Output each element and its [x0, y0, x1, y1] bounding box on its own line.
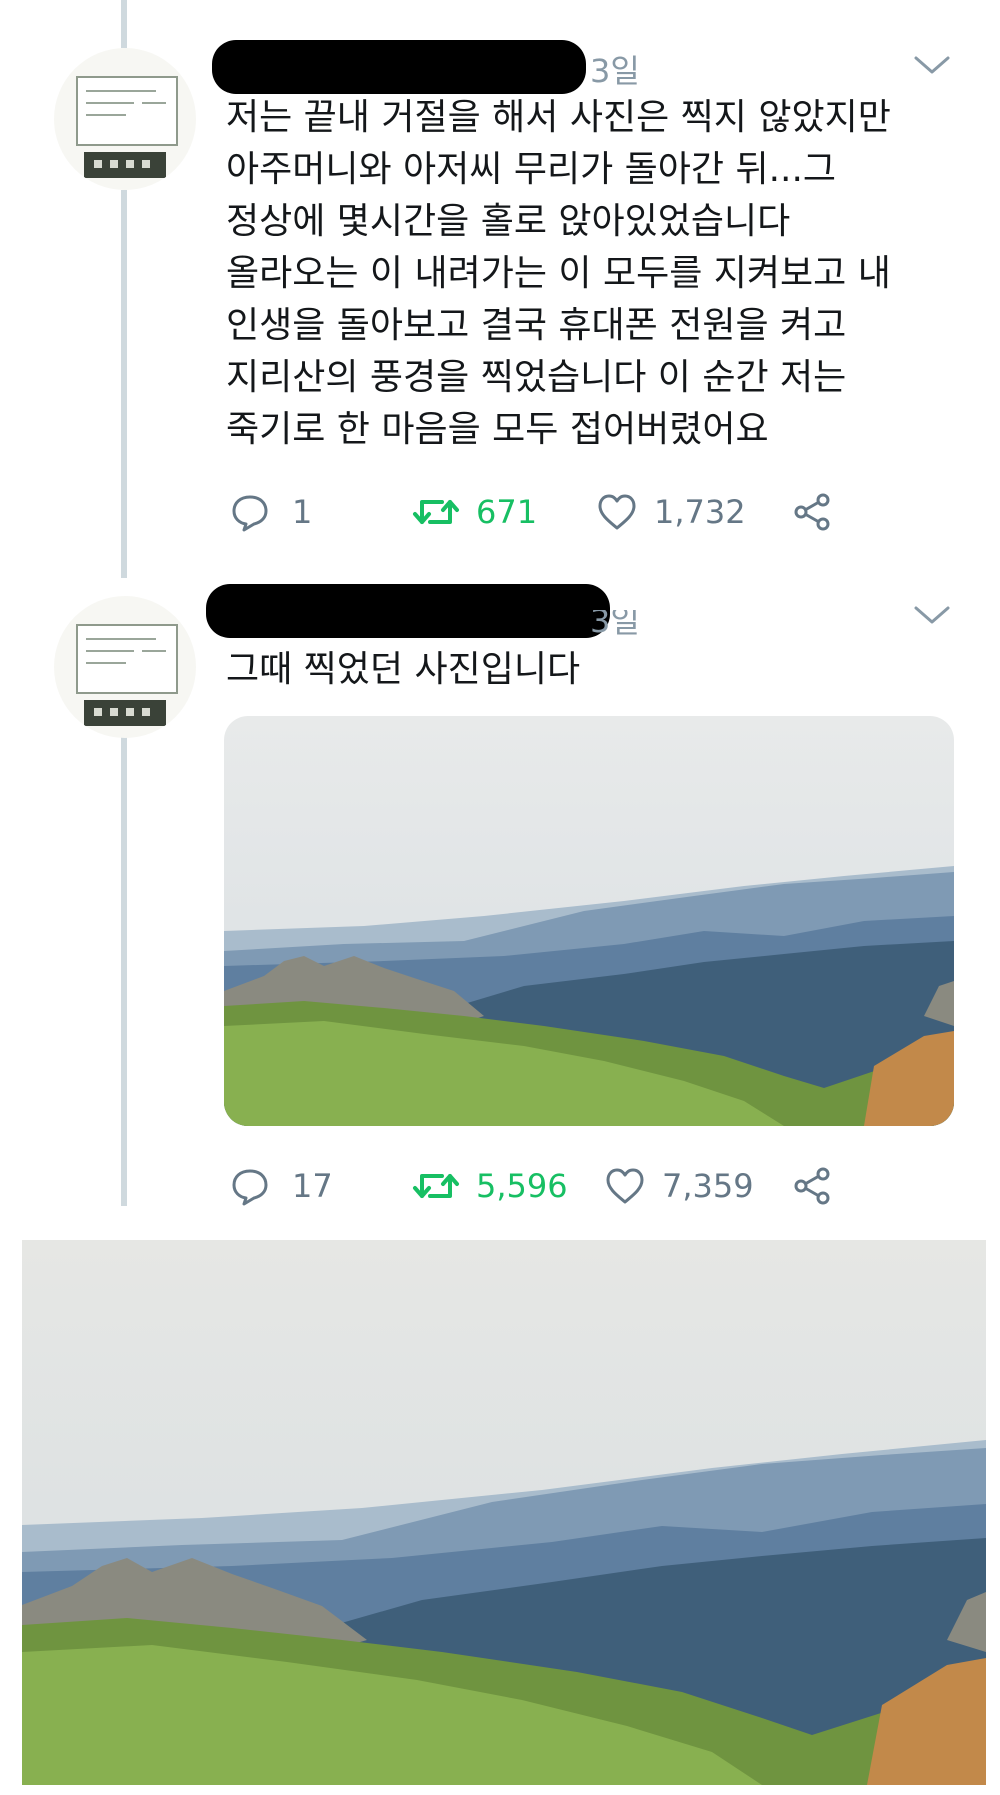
avatar[interactable] — [54, 48, 196, 190]
avatar[interactable] — [54, 596, 196, 738]
avatar-image — [76, 624, 178, 694]
thread-line — [121, 190, 127, 578]
retweet-button[interactable]: 671 — [412, 488, 537, 536]
mountain-photo — [22, 1240, 986, 1785]
mountain-photo — [224, 716, 954, 1126]
thread-line — [121, 736, 127, 1206]
share-button[interactable] — [792, 488, 832, 536]
tweet-text-line: 올라오는 이 내려가는 이 모두를 지켜보고 내 — [226, 253, 891, 294]
like-count: 7,359 — [662, 1167, 754, 1205]
share-button[interactable] — [792, 1162, 832, 1210]
reply-button[interactable]: 17 — [230, 1162, 333, 1210]
retweet-icon — [413, 1174, 459, 1198]
tweet-text-line: 정상에 몇시간을 홀로 앉아있었습니다 — [226, 201, 791, 242]
share-icon — [794, 493, 830, 531]
like-button[interactable]: 1,732 — [596, 488, 746, 536]
retweet-icon — [413, 500, 459, 524]
reply-button[interactable]: 1 — [230, 488, 312, 536]
chevron-down-icon[interactable] — [912, 602, 952, 630]
reply-count: 1 — [292, 493, 313, 531]
heart-icon — [598, 494, 636, 530]
share-icon — [794, 1167, 830, 1205]
tweet-text-line: 그때 찍었던 사진입니다 — [226, 649, 581, 690]
retweet-count: 5,596 — [476, 1167, 568, 1205]
chevron-down-icon[interactable] — [912, 52, 952, 80]
retweet-count: 671 — [476, 493, 538, 531]
redacted-username — [212, 40, 586, 94]
tweet-text: 저는 끝내 거절을 해서 사진은 찍지 않았지만 아주머니와 아저씨 무리가 돌… — [226, 92, 966, 456]
tweet-text-line: 인생을 돌아보고 결국 휴대폰 전원을 켜고 — [226, 305, 847, 346]
tweet-text-line: 죽기로 한 마음을 모두 접어버렸어요 — [226, 409, 769, 450]
enlarged-photo[interactable] — [22, 1240, 986, 1785]
redacted-username — [206, 584, 610, 638]
reply-count: 17 — [292, 1167, 333, 1205]
like-count: 1,732 — [654, 493, 746, 531]
thread-line — [121, 0, 127, 48]
tweet-text-line: 저는 끝내 거절을 해서 사진은 찍지 않았지만 — [226, 97, 891, 138]
heart-icon — [606, 1168, 644, 1204]
avatar-image — [76, 76, 178, 146]
tweet-actions: 1 671 1,732 — [226, 488, 946, 536]
tweet-text: 그때 찍었던 사진입니다 — [226, 644, 966, 696]
tweet-text-line: 지리산의 풍경을 찍었습니다 이 순간 저는 — [226, 357, 847, 398]
reply-icon — [232, 495, 268, 532]
retweet-button[interactable]: 5,596 — [412, 1162, 568, 1210]
like-button[interactable]: 7,359 — [604, 1162, 754, 1210]
tweet-actions: 17 5,596 7,359 — [226, 1162, 946, 1210]
tweet-text-line: 아주머니와 아저씨 무리가 돌아간 뒤...그 — [226, 149, 837, 190]
reply-icon — [232, 1169, 268, 1206]
tweet-photo[interactable] — [224, 716, 954, 1126]
tweet-date: 3일 — [590, 52, 640, 90]
